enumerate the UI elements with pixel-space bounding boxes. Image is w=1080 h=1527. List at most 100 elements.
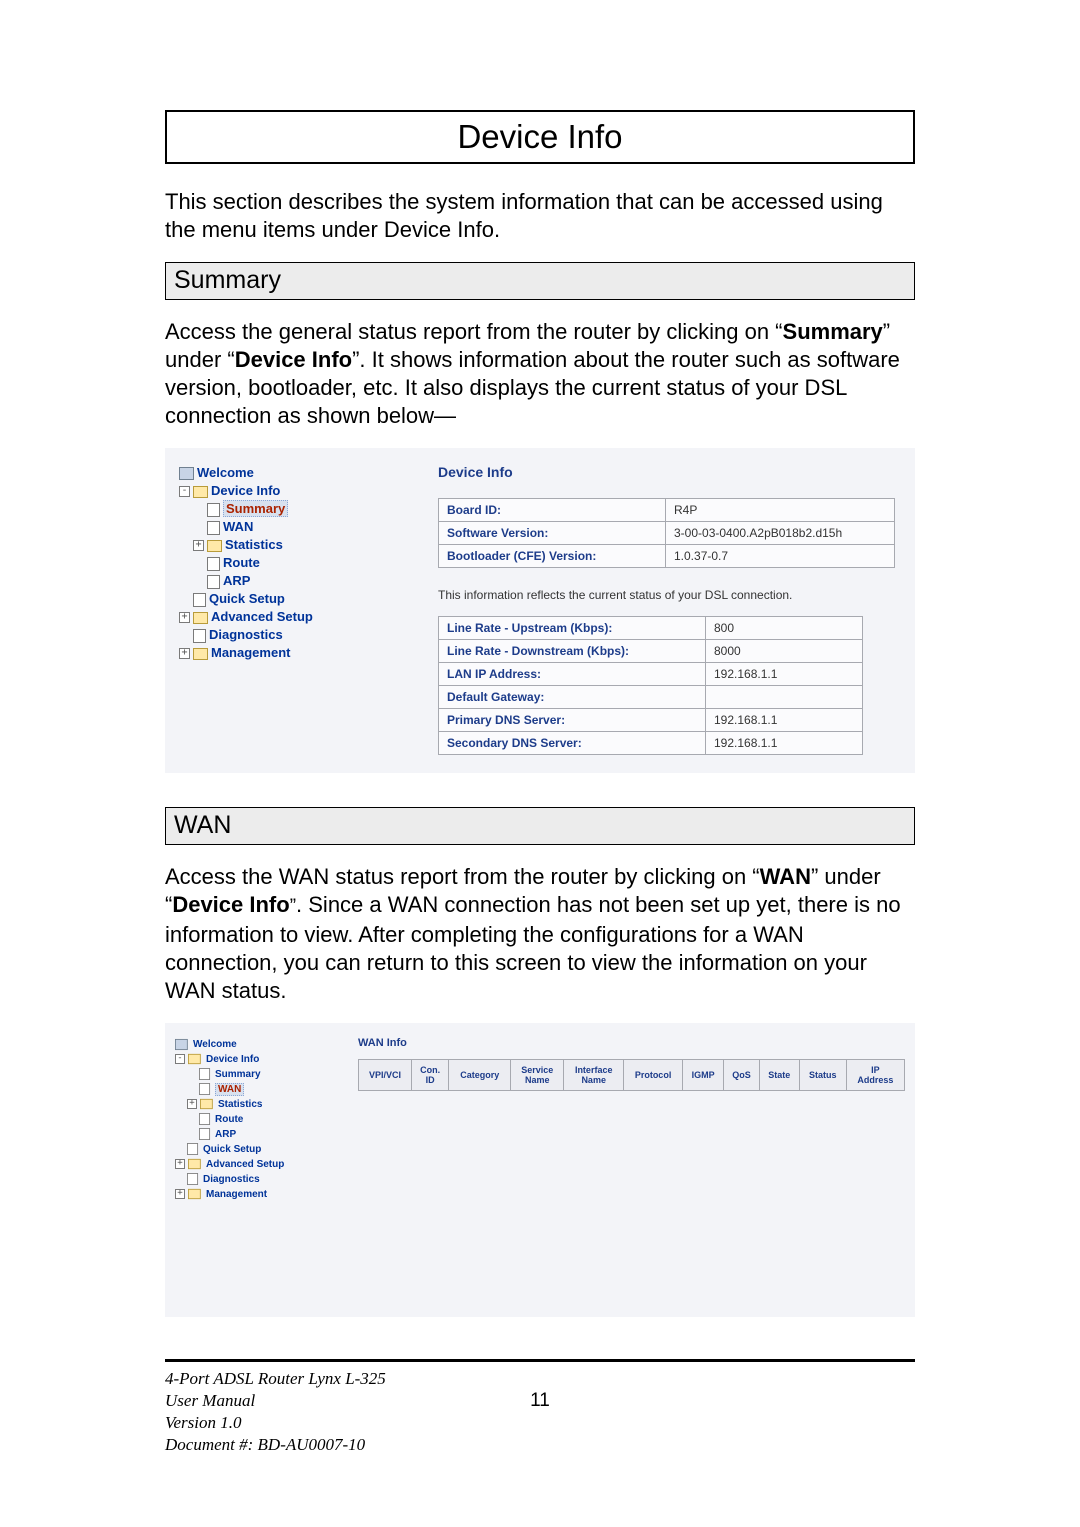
lan-ip-value: 192.168.1.1 xyxy=(706,663,863,686)
section-title-box: Device Info xyxy=(165,110,915,164)
summary-heading: Summary xyxy=(174,266,281,294)
tree-management-label: Management xyxy=(211,645,290,660)
tree-wan-label: WAN xyxy=(223,519,253,534)
page-icon xyxy=(199,1068,210,1080)
secondary-dns-value: 192.168.1.1 xyxy=(706,732,863,755)
col-igmp: IGMP xyxy=(682,1060,723,1091)
tree-diagnostics-label: Diagnostics xyxy=(209,627,283,642)
page-icon xyxy=(207,575,220,589)
table-row: Primary DNS Server: 192.168.1.1 xyxy=(439,709,863,732)
col-vpi-vci: VPI/VCI xyxy=(359,1060,412,1091)
plus-icon[interactable]: + xyxy=(175,1159,185,1169)
tree-summary[interactable]: Summary xyxy=(179,500,408,518)
tree-advanced-setup-label: Advanced Setup xyxy=(211,609,313,624)
dsl-status-table: Line Rate - Upstream (Kbps): 800 Line Ra… xyxy=(438,616,863,755)
summary-content: Device Info Board ID: R4P Software Versi… xyxy=(408,464,915,755)
wan-b2: Device Info xyxy=(172,892,289,917)
summary-paragraph: Access the general status report from th… xyxy=(165,318,915,430)
minus-icon[interactable]: - xyxy=(179,486,190,497)
tree2-diagnostics[interactable]: Diagnostics xyxy=(175,1172,350,1187)
tree2-route[interactable]: Route xyxy=(175,1112,350,1127)
tree2-wan-label: WAN xyxy=(215,1083,244,1096)
tree2-statistics[interactable]: + Statistics xyxy=(175,1097,350,1112)
wan-panel-title: WAN Info xyxy=(358,1037,905,1049)
folder-icon xyxy=(193,612,208,624)
plus-icon[interactable]: + xyxy=(187,1099,197,1109)
wan-screenshot: Welcome -Device Info Summary WAN + Statis… xyxy=(165,1023,915,1317)
tree2-diagnostics-label: Diagnostics xyxy=(203,1174,260,1185)
plus-icon[interactable]: + xyxy=(179,648,190,659)
device-info-table: Board ID: R4P Software Version: 3-00-03-… xyxy=(438,498,895,568)
monitor-icon xyxy=(175,1039,188,1050)
col-ip-address: IPAddress xyxy=(846,1060,904,1091)
summary-screenshot: Welcome - Device Info Summary WAN +Statis… xyxy=(165,448,915,773)
tree-device-info[interactable]: - Device Info xyxy=(179,482,408,500)
page-icon xyxy=(193,629,206,643)
folder-open-icon xyxy=(193,486,208,498)
tree-diagnostics[interactable]: Diagnostics xyxy=(179,626,408,644)
tree2-device-info[interactable]: -Device Info xyxy=(175,1052,350,1067)
plus-icon[interactable]: + xyxy=(193,540,204,551)
wan-paragraph: Access the WAN status report from the ro… xyxy=(165,863,915,1005)
tree2-arp[interactable]: ARP xyxy=(175,1127,350,1142)
downstream-label: Line Rate - Downstream (Kbps): xyxy=(439,640,706,663)
col-service-name: ServiceName xyxy=(511,1060,564,1091)
upstream-value: 800 xyxy=(706,617,863,640)
tree2-wan[interactable]: WAN xyxy=(175,1082,350,1097)
tree2-quick-setup[interactable]: Quick Setup xyxy=(175,1142,350,1157)
bootloader-label: Bootloader (CFE) Version: xyxy=(439,545,666,568)
board-id-value: R4P xyxy=(666,499,895,522)
tree2-summary[interactable]: Summary xyxy=(175,1067,350,1082)
plus-icon[interactable]: + xyxy=(175,1189,185,1199)
tree-welcome[interactable]: Welcome xyxy=(179,464,408,482)
nav-tree-2: Welcome -Device Info Summary WAN + Statis… xyxy=(165,1037,350,1207)
col-qos: QoS xyxy=(724,1060,760,1091)
page-number: 11 xyxy=(165,1390,915,1412)
tree-welcome-label: Welcome xyxy=(197,465,254,480)
tree-wan[interactable]: WAN xyxy=(179,518,408,536)
tree-quick-setup[interactable]: Quick Setup xyxy=(179,590,408,608)
page-footer: 4-Port ADSL Router Lynx L-325 User Manua… xyxy=(165,1359,915,1456)
tree-arp[interactable]: ARP xyxy=(179,572,408,590)
summary-b2: Device Info xyxy=(235,347,352,372)
table-row: LAN IP Address: 192.168.1.1 xyxy=(439,663,863,686)
footer-rule xyxy=(165,1359,915,1362)
page-icon xyxy=(199,1113,210,1125)
lan-ip-label: LAN IP Address: xyxy=(439,663,706,686)
tree-advanced-setup[interactable]: + Advanced Setup xyxy=(179,608,408,626)
tree2-management[interactable]: +Management xyxy=(175,1187,350,1202)
table-row: Line Rate - Upstream (Kbps): 800 xyxy=(439,617,863,640)
minus-icon[interactable]: - xyxy=(175,1054,185,1064)
tree-management[interactable]: + Management xyxy=(179,644,408,662)
upstream-label: Line Rate - Upstream (Kbps): xyxy=(439,617,706,640)
tree-quick-setup-label: Quick Setup xyxy=(209,591,285,606)
col-con-id: Con.ID xyxy=(411,1060,448,1091)
page-icon xyxy=(193,593,206,607)
wan-info-table: VPI/VCI Con.ID Category ServiceName Inte… xyxy=(358,1059,905,1091)
table-row: Bootloader (CFE) Version: 1.0.37-0.7 xyxy=(439,545,895,568)
page-icon xyxy=(187,1173,198,1185)
table-header-row: VPI/VCI Con.ID Category ServiceName Inte… xyxy=(359,1060,905,1091)
tree-device-info-label: Device Info xyxy=(211,483,280,498)
tree-route-label: Route xyxy=(223,555,260,570)
page-icon xyxy=(187,1143,198,1155)
tree2-statistics-label: Statistics xyxy=(218,1099,262,1110)
table-row: Default Gateway: xyxy=(439,686,863,709)
summary-p1: Access the general status report from th… xyxy=(165,319,783,344)
downstream-value: 8000 xyxy=(706,640,863,663)
summary-heading-box: Summary xyxy=(165,262,915,300)
wan-heading-box: WAN xyxy=(165,807,915,845)
tree-summary-label: Summary xyxy=(223,500,288,517)
tree2-welcome[interactable]: Welcome xyxy=(175,1037,350,1052)
tree2-advanced-setup[interactable]: +Advanced Setup xyxy=(175,1157,350,1172)
folder-icon xyxy=(207,540,222,552)
page-icon xyxy=(199,1083,210,1095)
tree2-quick-setup-label: Quick Setup xyxy=(203,1144,261,1155)
plus-icon[interactable]: + xyxy=(179,612,190,623)
col-protocol: Protocol xyxy=(624,1060,683,1091)
tree-route[interactable]: Route xyxy=(179,554,408,572)
footer-line-1: 4-Port ADSL Router Lynx L-325 xyxy=(165,1368,915,1390)
primary-dns-value: 192.168.1.1 xyxy=(706,709,863,732)
tree-statistics[interactable]: +Statistics xyxy=(179,536,408,554)
wan-p1: Access the WAN status report from the ro… xyxy=(165,864,760,889)
